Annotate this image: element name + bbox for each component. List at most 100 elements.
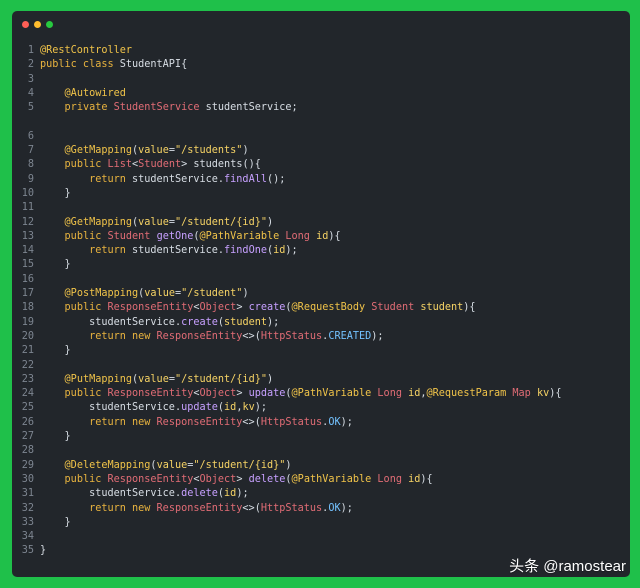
code-line[interactable] — [12, 115, 630, 129]
line-number: 35 — [21, 545, 34, 557]
code-line[interactable]: 26 return new ResponseEntity<>(HttpStatu… — [12, 416, 630, 430]
code-line[interactable]: 18 public ResponseEntity<Object> create(… — [12, 301, 630, 315]
line-number: 1 — [27, 45, 34, 56]
code-token: } — [40, 545, 47, 557]
code-line[interactable]: 20 return new ResponseEntity<>(HttpStatu… — [12, 330, 630, 344]
code-token: kv — [242, 402, 255, 414]
code-token: @PathVariable — [291, 473, 378, 485]
code-line[interactable]: 34 — [12, 530, 630, 544]
code-text: } — [40, 344, 71, 358]
minimize-dot-icon[interactable] — [34, 21, 41, 28]
code-line[interactable]: 25 studentService.update(id,kv); — [12, 401, 630, 415]
code-line[interactable]: 32 return new ResponseEntity<>(HttpStatu… — [12, 502, 630, 516]
line-number: 17 — [21, 288, 34, 300]
code-text: return new ResponseEntity<>(HttpStatus.O… — [40, 416, 353, 430]
code-line[interactable]: 10 } — [12, 187, 630, 201]
code-token: StudentService — [113, 102, 206, 114]
code-line[interactable]: 31 studentService.delete(id); — [12, 487, 630, 501]
code-token: @Autowired — [64, 87, 126, 99]
code-line[interactable]: 19 studentService.create(student); — [12, 316, 630, 330]
code-line[interactable]: 7 @GetMapping(value="/students") — [12, 144, 630, 158]
code-token: "/student/{id}" — [174, 216, 267, 228]
code-line[interactable]: 6 — [12, 130, 630, 144]
code-token: ResponseEntity — [156, 502, 243, 514]
code-token: findAll — [224, 173, 267, 185]
code-token: OK — [328, 502, 341, 514]
code-token: ResponseEntity — [107, 302, 194, 314]
code-line[interactable]: 14 return studentService.findOne(id); — [12, 244, 630, 258]
code-line[interactable]: 4 @Autowired — [12, 87, 630, 101]
code-token: ){ — [420, 473, 433, 485]
code-token: ); — [340, 416, 353, 428]
code-text: @Autowired — [40, 87, 126, 101]
line-number: 15 — [21, 259, 34, 271]
code-line[interactable]: 23 @PutMapping(value="/student/{id}") — [12, 373, 630, 387]
code-line[interactable]: 8 public List<Student> students(){ — [12, 158, 630, 172]
code-token: ){ — [549, 388, 562, 400]
line-number: 20 — [21, 330, 34, 342]
code-token: ) — [285, 459, 292, 471]
line-number — [12, 115, 40, 129]
window-controls — [22, 21, 53, 28]
code-line[interactable]: 29 @DeleteMapping(value="/student/{id}") — [12, 459, 630, 473]
code-line[interactable]: 15 } — [12, 258, 630, 272]
code-token: public class — [40, 59, 120, 71]
code-token: ResponseEntity — [156, 330, 243, 342]
line-number: 11 — [21, 202, 34, 214]
code-editor[interactable]: 1 @RestController 2 public class StudentAPI… — [12, 44, 630, 559]
code-token: delete — [181, 488, 218, 500]
code-text: @DeleteMapping(value="/student/{id}") — [40, 459, 292, 473]
code-line[interactable]: 21 } — [12, 344, 630, 358]
line-number: 32 — [21, 502, 34, 514]
code-token: kv — [536, 388, 550, 400]
code-line[interactable]: 24 public ResponseEntity<Object> update(… — [12, 387, 630, 401]
code-token: Map — [512, 388, 537, 400]
code-token: ); — [254, 402, 268, 414]
code-token: ) — [242, 288, 249, 300]
code-token: "/student/{id}" — [174, 373, 267, 385]
code-line[interactable]: 5 private StudentService studentService; — [12, 101, 630, 115]
code-line[interactable]: 13 public Student getOne(@PathVariable L… — [12, 230, 630, 244]
code-line[interactable]: 16 — [12, 273, 630, 287]
code-line[interactable]: 28 — [12, 444, 630, 458]
code-token: <>( — [242, 502, 261, 514]
line-number: 12 — [21, 216, 34, 228]
code-line[interactable]: 12 @GetMapping(value="/student/{id}") — [12, 216, 630, 230]
code-text: @GetMapping(value="/student/{id}") — [40, 216, 274, 230]
code-text: studentService.create(student); — [40, 316, 279, 330]
code-text: } — [40, 187, 71, 201]
code-token: } — [40, 431, 71, 443]
code-line[interactable]: 11 — [12, 201, 630, 215]
code-line[interactable]: 1 @RestController — [12, 44, 630, 58]
code-line[interactable]: 27 } — [12, 430, 630, 444]
line-number: 25 — [21, 402, 34, 414]
code-token: return — [89, 173, 133, 185]
code-token: List — [107, 159, 133, 171]
line-number: 10 — [21, 187, 34, 199]
code-line[interactable]: 22 — [12, 359, 630, 373]
line-number: 31 — [21, 488, 34, 500]
code-token: return new — [89, 416, 157, 428]
code-token: students — [193, 159, 243, 171]
code-line[interactable]: 9 return studentService.findAll(); — [12, 173, 630, 187]
code-text: } — [40, 516, 71, 530]
code-line[interactable]: 33 } — [12, 516, 630, 530]
zoom-dot-icon[interactable] — [46, 21, 53, 28]
code-token: > — [236, 388, 249, 400]
code-line[interactable]: 17 @PostMapping(value="/student") — [12, 287, 630, 301]
code-line[interactable]: 2 public class StudentAPI{ — [12, 58, 630, 72]
close-dot-icon[interactable] — [22, 21, 29, 28]
code-token: studentService — [132, 245, 218, 257]
code-line[interactable]: 30 public ResponseEntity<Object> delete(… — [12, 473, 630, 487]
code-token: } — [40, 259, 71, 271]
code-token: OK — [328, 416, 341, 428]
code-token: id — [273, 245, 286, 257]
code-token: ) — [266, 373, 274, 385]
line-number: 16 — [21, 273, 34, 285]
code-token: } — [40, 345, 71, 357]
code-line[interactable]: 3 — [12, 73, 630, 87]
